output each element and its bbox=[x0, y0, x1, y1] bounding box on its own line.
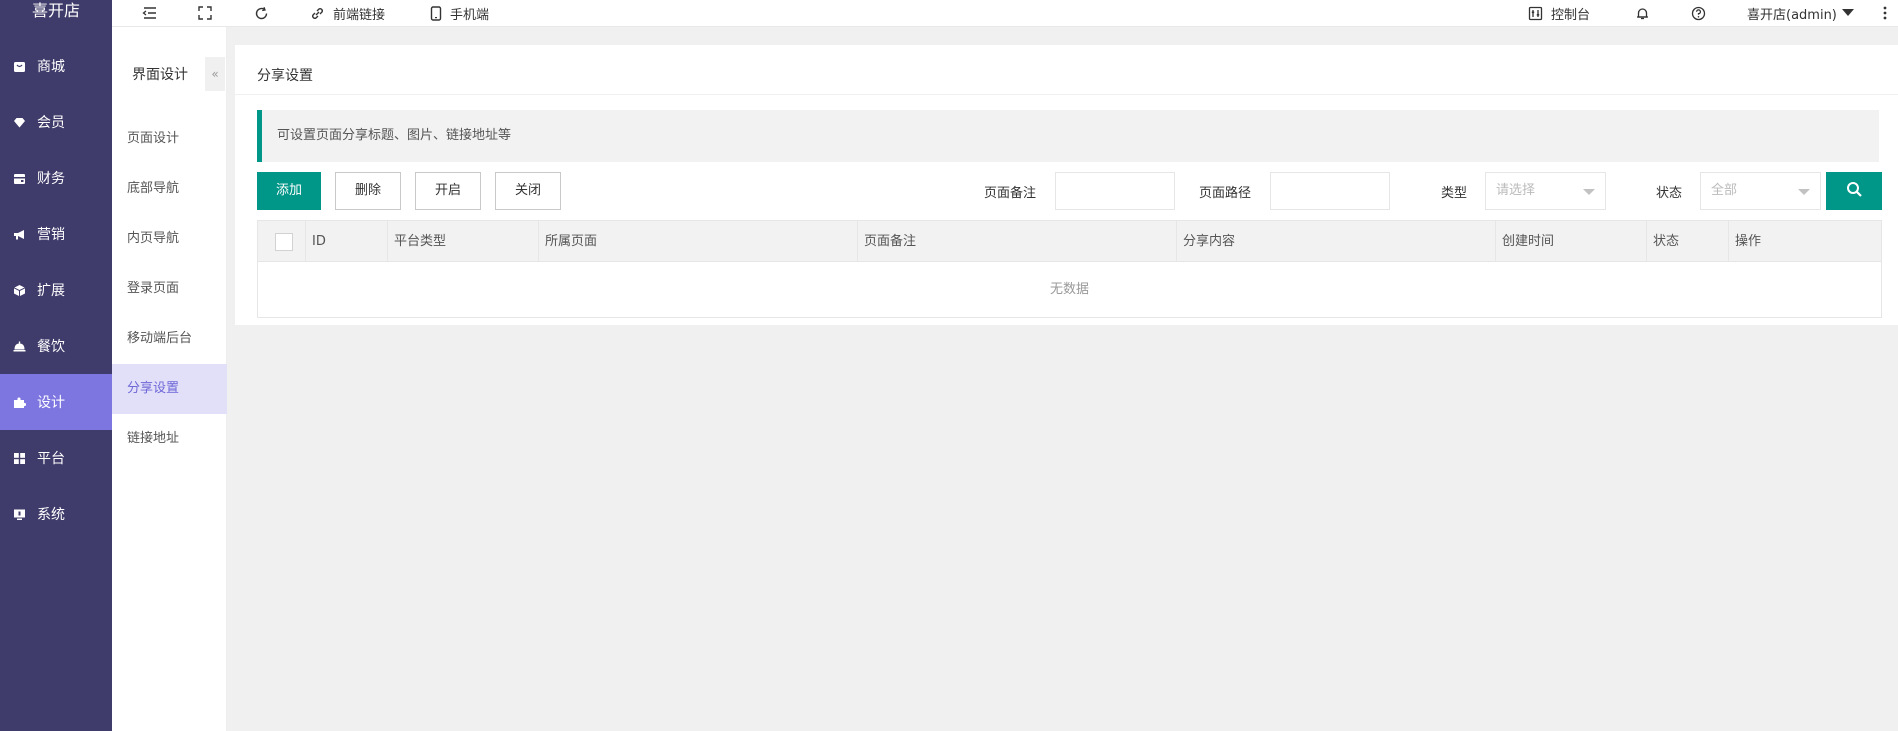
sidebar-item-catering[interactable]: 餐饮 bbox=[0, 318, 112, 374]
info-tip: 可设置页面分享标题、图片、链接地址等 bbox=[257, 110, 1879, 162]
subnav-item-page-design[interactable]: 页面设计 bbox=[112, 114, 227, 164]
subnav-item-mobile-admin[interactable]: 移动端后台 bbox=[112, 314, 227, 364]
card-divider bbox=[235, 94, 1898, 95]
more-options-button[interactable] bbox=[1883, 3, 1887, 23]
column-header[interactable]: 状态 bbox=[1647, 221, 1729, 262]
sidebar-item-label: 餐饮 bbox=[37, 339, 65, 355]
refresh-button[interactable] bbox=[254, 3, 269, 23]
sidebar-item-system[interactable]: 系统 bbox=[0, 486, 112, 542]
more-vertical-icon bbox=[1883, 6, 1887, 20]
sidebar-item-label: 扩展 bbox=[37, 283, 65, 299]
enable-button[interactable]: 开启 bbox=[415, 172, 481, 210]
search-button[interactable] bbox=[1826, 172, 1882, 210]
mobile-button[interactable]: 手机端 bbox=[430, 3, 489, 23]
type-filter-select[interactable]: 请选择 bbox=[1485, 172, 1606, 210]
console-label: 控制台 bbox=[1551, 7, 1591, 23]
sidebar-item-label: 设计 bbox=[37, 395, 65, 411]
refresh-icon bbox=[254, 6, 269, 21]
disable-button[interactable]: 关闭 bbox=[495, 172, 561, 210]
sidebar-item-label: 商城 bbox=[37, 59, 65, 75]
subnav-item-bottom-nav[interactable]: 底部导航 bbox=[112, 164, 227, 214]
frontend-link-label: 前端链接 bbox=[333, 7, 386, 23]
sidebar-item-label: 会员 bbox=[37, 115, 65, 131]
sidebar-item-member[interactable]: 会员 bbox=[0, 94, 112, 150]
column-header[interactable]: ID bbox=[306, 221, 388, 262]
top-bar: 前端链接 手机端 控制台 喜开店(admin) bbox=[112, 0, 1898, 27]
main-sidebar: 喜开店 商城 会员 财务 营销 扩展 餐饮 设计 平台 系统 bbox=[0, 0, 112, 731]
caret-down-icon bbox=[1798, 189, 1810, 195]
collapse-subnav-button[interactable]: « bbox=[205, 57, 225, 91]
help-button[interactable] bbox=[1691, 3, 1706, 23]
sub-navigation: 界面设计 « 页面设计 底部导航 内页导航 登录页面 移动端后台 分享设置 链接… bbox=[112, 0, 227, 731]
sidebar-item-platform[interactable]: 平台 bbox=[0, 430, 112, 486]
fullscreen-icon bbox=[198, 6, 212, 20]
subnav-item-share-settings[interactable]: 分享设置 bbox=[112, 364, 227, 414]
sidebar-item-label: 平台 bbox=[37, 451, 65, 467]
sidebar-item-extend[interactable]: 扩展 bbox=[0, 262, 112, 318]
status-filter-label: 状态 bbox=[1656, 186, 1683, 201]
status-filter-select[interactable]: 全部 bbox=[1700, 172, 1821, 210]
menu-toggle-button[interactable] bbox=[142, 3, 158, 23]
mobile-icon bbox=[430, 5, 442, 21]
sidebar-item-design[interactable]: 设计 bbox=[0, 374, 112, 430]
cube-icon bbox=[12, 283, 26, 297]
brand-logo[interactable]: 喜开店 bbox=[0, 0, 112, 26]
sidebar-item-label: 营销 bbox=[37, 227, 65, 243]
table-header: ID 平台类型 所属页面 页面备注 分享内容 创建时间 状态 操作 bbox=[258, 221, 1881, 262]
column-header[interactable]: 页面备注 bbox=[858, 221, 1177, 262]
cloche-icon bbox=[12, 339, 26, 353]
caret-down-icon bbox=[1583, 189, 1595, 195]
path-filter-input[interactable] bbox=[1270, 172, 1390, 210]
column-header[interactable]: 创建时间 bbox=[1496, 221, 1647, 262]
bell-icon bbox=[1635, 6, 1650, 21]
path-filter-label: 页面路径 bbox=[1199, 186, 1252, 201]
console-button[interactable]: 控制台 bbox=[1528, 3, 1590, 23]
empty-state: 无数据 bbox=[1049, 282, 1089, 297]
mobile-label: 手机端 bbox=[450, 7, 490, 23]
fullscreen-button[interactable] bbox=[198, 3, 212, 23]
diamond-icon bbox=[12, 115, 26, 129]
grid-icon bbox=[12, 451, 26, 465]
sidebar-item-shop[interactable]: 商城 bbox=[0, 38, 112, 94]
column-header[interactable]: 所属页面 bbox=[539, 221, 858, 262]
notifications-button[interactable] bbox=[1635, 3, 1650, 23]
sidebar-item-label: 财务 bbox=[37, 171, 65, 187]
monitor-icon bbox=[12, 507, 26, 521]
subnav-title: 界面设计 bbox=[132, 67, 188, 83]
search-icon bbox=[1846, 181, 1863, 202]
share-settings-card: 分享设置 可设置页面分享标题、图片、链接地址等 添加 删除 开启 关闭 页面备注… bbox=[235, 45, 1898, 325]
caret-down-icon bbox=[1841, 9, 1854, 17]
share-table: ID 平台类型 所属页面 页面备注 分享内容 创建时间 状态 操作 无数据 bbox=[257, 220, 1882, 318]
column-header[interactable]: 分享内容 bbox=[1177, 221, 1496, 262]
menu-fold-icon bbox=[142, 6, 158, 20]
select-all-checkbox[interactable] bbox=[275, 233, 293, 251]
sidebar-item-finance[interactable]: 财务 bbox=[0, 150, 112, 206]
help-icon bbox=[1691, 6, 1706, 21]
delete-button[interactable]: 删除 bbox=[335, 172, 401, 210]
remark-filter-input[interactable] bbox=[1055, 172, 1175, 210]
type-filter-label: 类型 bbox=[1441, 186, 1468, 201]
puzzle-icon bbox=[12, 395, 26, 409]
shop-icon bbox=[12, 59, 26, 73]
subnav-item-inner-nav[interactable]: 内页导航 bbox=[112, 214, 227, 264]
sidebar-item-label: 系统 bbox=[37, 507, 65, 523]
select-all-cell bbox=[258, 221, 306, 262]
wallet-icon bbox=[12, 171, 26, 185]
subnav-item-link-address[interactable]: 链接地址 bbox=[112, 414, 227, 464]
link-icon bbox=[310, 6, 325, 21]
console-icon bbox=[1528, 6, 1543, 21]
page-title: 分享设置 bbox=[257, 68, 313, 84]
user-name: 喜开店(admin) bbox=[1747, 7, 1837, 23]
sidebar-item-marketing[interactable]: 营销 bbox=[0, 206, 112, 262]
type-filter-placeholder: 请选择 bbox=[1496, 183, 1536, 198]
megaphone-icon bbox=[12, 227, 26, 241]
column-header[interactable]: 操作 bbox=[1729, 221, 1881, 262]
status-filter-value: 全部 bbox=[1711, 183, 1738, 198]
user-menu[interactable]: 喜开店(admin) bbox=[1747, 3, 1854, 23]
frontend-link-button[interactable]: 前端链接 bbox=[310, 3, 385, 23]
remark-filter-label: 页面备注 bbox=[984, 186, 1037, 201]
column-header[interactable]: 平台类型 bbox=[388, 221, 539, 262]
subnav-item-login-page[interactable]: 登录页面 bbox=[112, 264, 227, 314]
add-button[interactable]: 添加 bbox=[257, 172, 321, 210]
